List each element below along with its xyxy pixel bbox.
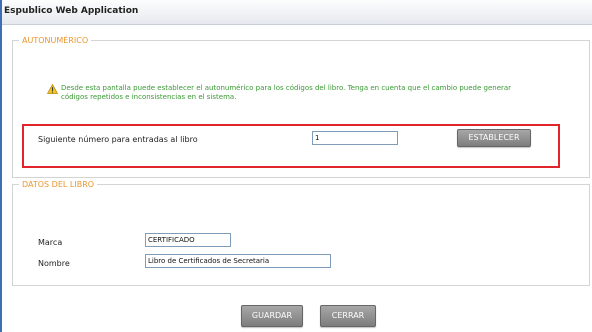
autonumerico-legend: AUTONUMÉRICO [22, 36, 89, 45]
cerrar-button[interactable]: CERRAR [320, 305, 376, 327]
marca-label: Marca [38, 238, 63, 247]
datos-libro-section: DATOS DEL LIBRO [12, 180, 590, 286]
window-title: Espublico Web Application [4, 6, 139, 16]
warning-line-1: Desde esta pantalla puede establecer el … [61, 84, 512, 92]
title-bar: Espublico Web Application [2, 0, 592, 25]
warning-line-2: códigos repetidos e inconsistencias en e… [61, 93, 237, 101]
establecer-button[interactable]: ESTABLECER [457, 129, 531, 147]
datos-libro-legend: DATOS DEL LIBRO [22, 180, 95, 189]
next-number-input[interactable]: 1 [312, 131, 398, 145]
warning-message: Desde esta pantalla puede establecer el … [45, 84, 571, 102]
nombre-field[interactable]: Libro de Certificados de Secretaria [145, 254, 331, 268]
guardar-button[interactable]: GUARDAR [241, 305, 303, 327]
nombre-label: Nombre [38, 259, 70, 268]
app-window: Espublico Web Application AUTONUMÉRICO D… [0, 0, 592, 332]
marca-field[interactable]: CERTIFICADO [145, 233, 231, 247]
next-number-label: Siguiente número para entradas al libro [38, 135, 198, 144]
